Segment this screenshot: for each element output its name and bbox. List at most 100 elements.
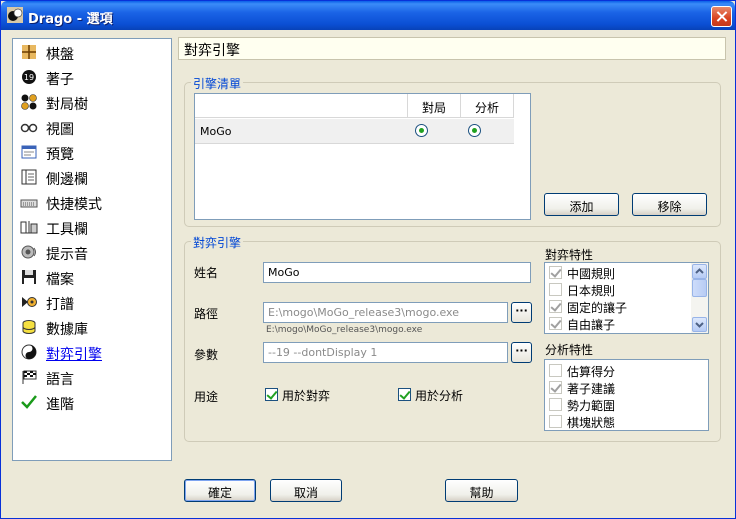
use-for-game-checkbox[interactable] [265, 388, 278, 401]
floppy-icon [22, 270, 36, 284]
scroll-down-icon[interactable] [692, 317, 707, 332]
name-label: 姓名 [194, 266, 219, 280]
nav-item-advanced[interactable]: 進階 [17, 392, 167, 413]
nav-label: 棋盤 [46, 47, 74, 63]
nav-label: 側邊欄 [46, 172, 88, 188]
nav-item-engine[interactable]: 對弈引擎 [17, 342, 167, 363]
nav-item-sound[interactable]: 提示音 [17, 242, 167, 263]
game-features-title: 對弈特性 [545, 248, 594, 262]
nav-item-toolbar[interactable]: 工具欄 [17, 217, 167, 238]
svg-text:19: 19 [24, 73, 34, 82]
engine-details-group-title: 對弈引擎 [191, 234, 244, 251]
game-tree-icon [21, 94, 37, 110]
sound-icon [21, 245, 36, 259]
drago-app-icon [7, 7, 23, 23]
use-for-game-label[interactable]: 用於對弈 [282, 387, 330, 404]
keyboard-icon [20, 199, 38, 208]
move-suggestion-checkbox [549, 381, 562, 394]
cancel-button[interactable]: 取消 [270, 479, 342, 502]
nav-label: 對局樹 [46, 97, 88, 113]
engine-name-field[interactable]: MoGo [263, 262, 531, 283]
window-title: Drago - 選項 [28, 12, 113, 27]
use-for-analysis-checkbox[interactable] [398, 388, 411, 401]
vertical-scrollbar[interactable] [691, 263, 708, 333]
engine-icon [21, 344, 37, 360]
engine-params-field[interactable]: --19 --dontDisplay 1 [263, 342, 508, 363]
sidebar-icon [21, 169, 37, 185]
column-header-game[interactable]: 對局 [407, 94, 460, 118]
nav-label: 數據庫 [46, 322, 88, 338]
nav-label: 著子 [46, 72, 74, 88]
game-engine-radio[interactable] [415, 124, 428, 137]
list-item-label: 著子建議 [567, 382, 616, 396]
nav-label: 視圖 [46, 122, 74, 138]
free-handicap-checkbox [549, 317, 562, 330]
nav-item-sidebar[interactable]: 側邊欄 [17, 167, 167, 188]
engine-name-cell: MoGo [200, 125, 232, 138]
path-hint: E:\mogo\MoGo_release3\mogo.exe [266, 325, 423, 335]
remove-engine-button[interactable]: 移除 [632, 193, 707, 216]
board-icon [22, 45, 36, 59]
replay-icon [22, 297, 37, 307]
nav-item-shortcut-mode[interactable]: 快捷模式 [17, 192, 167, 213]
nav-item-language[interactable]: 語言 [17, 367, 167, 388]
list-item-label: 估算得分 [567, 365, 616, 379]
edit-params-button[interactable]: ··· [511, 342, 532, 363]
nav-label: 工具欄 [46, 222, 88, 238]
nav-label: 進階 [46, 397, 74, 413]
list-item-label: 棋塊狀態 [567, 416, 616, 430]
nav-label: 檔案 [46, 272, 74, 288]
chinese-rules-checkbox [549, 266, 562, 279]
fixed-handicap-checkbox [549, 300, 562, 313]
language-flag-icon [22, 370, 37, 384]
engine-list-group-title: 引擎清單 [191, 75, 244, 92]
game-features-list[interactable]: 中國規則 日本規則 固定的讓子 自由讓子 [544, 262, 709, 334]
estimate-score-checkbox [549, 364, 562, 377]
nav-label: 快捷模式 [46, 197, 102, 213]
options-category-list: 棋盤 19 著子 對局樹 視圖 預覽 側邊欄 快捷模式 工具欄 提示音 檔案 打… [12, 38, 172, 461]
list-item-label: 自由讓子 [567, 318, 616, 332]
options-dialog: Drago - 選項 棋盤 19 著子 對局樹 視圖 預覽 側邊欄 快捷模式 工… [0, 0, 736, 519]
analysis-engine-radio[interactable] [468, 124, 481, 137]
table-row[interactable]: MoGo [195, 119, 514, 144]
nav-item-board[interactable]: 棋盤 [17, 42, 167, 63]
usage-label: 用途 [194, 390, 219, 404]
engine-path-field[interactable]: E:\mogo\MoGo_release3\mogo.exe [263, 302, 508, 323]
scroll-up-icon[interactable] [692, 264, 707, 279]
path-label: 路徑 [194, 307, 219, 321]
title-bar[interactable]: Drago - 選項 [1, 1, 735, 30]
nav-label: 語言 [46, 372, 74, 388]
column-header-analysis[interactable]: 分析 [460, 94, 514, 118]
page-title: 對弈引擎 [178, 37, 726, 60]
scroll-thumb[interactable] [692, 279, 707, 297]
nav-label: 對弈引擎 [46, 347, 102, 363]
nav-item-preview[interactable]: 預覽 [17, 142, 167, 163]
preview-icon [21, 145, 37, 159]
analysis-features-title: 分析特性 [545, 343, 594, 357]
nav-item-file[interactable]: 檔案 [17, 267, 167, 288]
nav-item-view[interactable]: 視圖 [17, 117, 167, 138]
nav-item-stone[interactable]: 19 著子 [17, 67, 167, 88]
add-engine-button[interactable]: 添加 [544, 193, 619, 216]
browse-path-button[interactable]: ··· [511, 302, 532, 323]
japanese-rules-checkbox [549, 283, 562, 296]
close-icon[interactable] [711, 6, 732, 27]
help-button[interactable]: 幫助 [445, 479, 518, 502]
view-icon [20, 123, 38, 133]
nav-item-game-tree[interactable]: 對局樹 [17, 92, 167, 113]
params-label: 參數 [194, 348, 219, 362]
territory-checkbox [549, 398, 562, 411]
nav-item-database[interactable]: 數據庫 [17, 317, 167, 338]
analysis-features-list[interactable]: 估算得分 著子建議 勢力範圍 棋塊狀態 [544, 359, 709, 431]
ok-button[interactable]: 確定 [184, 479, 256, 502]
toolbar-icon [20, 221, 38, 234]
nav-item-replay[interactable]: 打譜 [17, 292, 167, 313]
nav-label: 提示音 [46, 247, 88, 263]
stone-icon: 19 [22, 70, 36, 84]
list-item-label: 中國規則 [567, 267, 616, 281]
nav-label: 打譜 [46, 297, 74, 313]
engine-table[interactable]: 對局 分析 MoGo [194, 93, 531, 220]
use-for-analysis-label[interactable]: 用於分析 [415, 387, 463, 404]
column-header-name [195, 94, 407, 118]
group-status-checkbox [549, 415, 562, 428]
